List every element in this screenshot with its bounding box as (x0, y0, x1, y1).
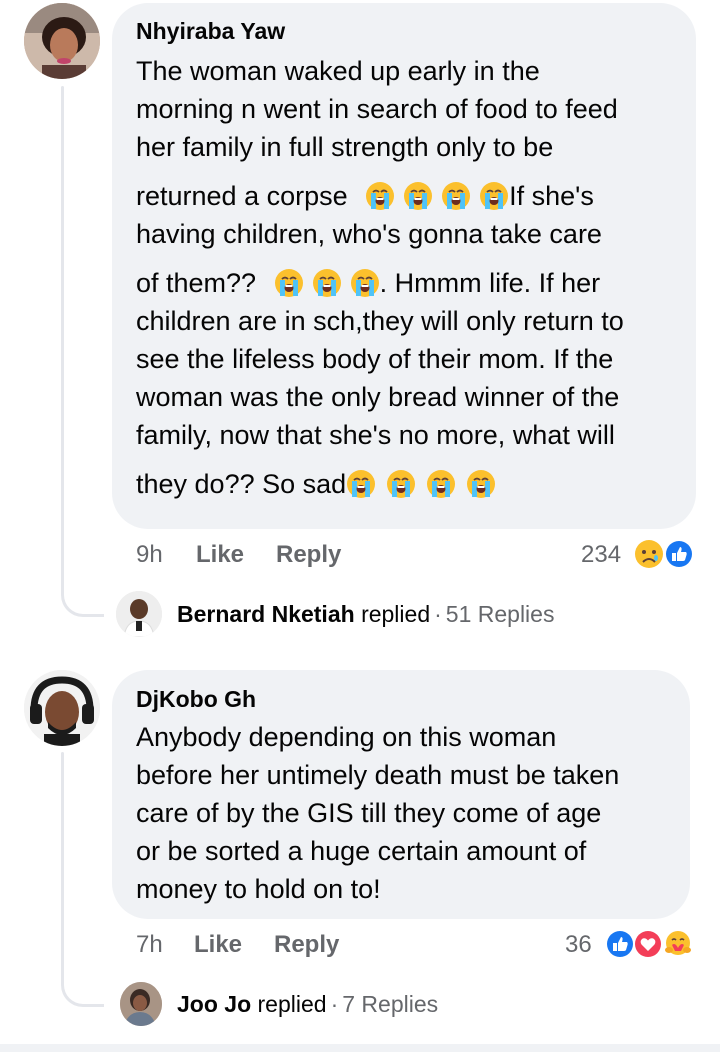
comment-line: The woman waked up early in the (136, 56, 540, 86)
comment-author[interactable]: Nhyiraba Yaw (136, 18, 285, 45)
reply-button[interactable]: Reply (274, 931, 339, 959)
comment-line: returned a corpse If she's (136, 177, 696, 215)
comment-line: see the lifeless body of their mom. If t… (136, 344, 614, 374)
like-icon (664, 539, 694, 569)
crying-emoji-icon (350, 268, 380, 298)
reply-button[interactable]: Reply (276, 541, 341, 569)
comment-actions: 7h Like Reply (136, 931, 436, 961)
profile-photo (24, 3, 100, 79)
comment-line: Anybody depending on this woman (136, 722, 557, 752)
reactions-summary[interactable] (634, 539, 698, 569)
reactions-summary[interactable] (605, 929, 699, 959)
avatar[interactable] (24, 3, 100, 79)
reply-profile-photo (116, 591, 162, 637)
reply-avatar[interactable] (116, 591, 162, 637)
like-button[interactable]: Like (194, 931, 242, 959)
separator-dot: · (330, 991, 339, 1017)
crying-emoji-icon (346, 469, 376, 499)
comment-line-text: of them?? (136, 268, 257, 298)
comment-line: money to hold on to! (136, 874, 381, 904)
crying-emoji-icon (479, 181, 509, 211)
reaction-count[interactable]: 234 (581, 541, 621, 569)
comment-line: care of by the GIS till they come of age (136, 798, 602, 828)
like-button[interactable]: Like (196, 541, 244, 569)
comment-timestamp[interactable]: 9h (136, 541, 163, 569)
like-icon (605, 929, 635, 959)
reply-verb: replied (257, 991, 327, 1017)
crying-emoji-icon (426, 469, 456, 499)
crying-emoji-icon (312, 268, 342, 298)
comment-line: having children, who's gonna take care (136, 219, 602, 249)
thread-line (61, 86, 64, 594)
comment-timestamp[interactable]: 7h (136, 931, 163, 959)
replies-link[interactable]: Joo Jo replied · 7 Replies (177, 991, 438, 1018)
comment-actions: 9h Like Reply (136, 541, 436, 571)
comment-line: morning n went in search of food to feed (136, 94, 618, 124)
comment-line: before her untimely death must be taken (136, 760, 620, 790)
crying-emoji-icon (403, 181, 433, 211)
crying-emoji-icon (466, 469, 496, 499)
crying-emoji-icon (441, 181, 471, 211)
bottom-divider (0, 1044, 720, 1052)
comment-line-text: they do?? So sad (136, 469, 347, 499)
comment-line: woman was the only bread winner of the (136, 382, 620, 412)
crying-emoji-icon (365, 181, 395, 211)
comment-line: they do?? So sad (136, 465, 696, 503)
comment-line-text: returned a corpse (136, 181, 348, 211)
comment-line: her family in full strength only to be (136, 132, 554, 162)
thread-connector (61, 592, 104, 617)
reply-avatar[interactable] (120, 982, 162, 1026)
reply-count[interactable]: 7 Replies (342, 991, 438, 1017)
avatar[interactable] (24, 670, 100, 746)
love-icon (633, 929, 663, 959)
care-icon (663, 929, 693, 959)
reply-verb: replied (361, 601, 431, 627)
thread-line (61, 752, 64, 984)
comment-author[interactable]: DjKobo Gh (136, 686, 256, 713)
thread-connector (61, 982, 104, 1007)
reply-count[interactable]: 51 Replies (446, 601, 555, 627)
comment-line: family, now that she's no more, what wil… (136, 420, 615, 450)
reply-author[interactable]: Bernard Nketiah (177, 601, 355, 627)
comment-line: children are in sch,they will only retur… (136, 306, 624, 336)
comment-text: The woman waked up early in the morning … (136, 52, 696, 503)
reply-author[interactable]: Joo Jo (177, 991, 251, 1017)
replies-link[interactable]: Bernard Nketiah replied · 51 Replies (177, 601, 554, 628)
comment-line-text: . Hmmm life. If her (379, 268, 601, 298)
reaction-count[interactable]: 36 (565, 931, 592, 959)
comment-line: of them?? . Hmmm life. If her (136, 264, 696, 302)
comment-line-text: If she's (509, 181, 594, 211)
crying-emoji-icon (386, 469, 416, 499)
sad-face-icon (635, 540, 663, 568)
comment-line: or be sorted a huge certain amount of (136, 836, 587, 866)
profile-photo (24, 670, 100, 746)
separator-dot: · (434, 601, 442, 627)
comment-text: Anybody depending on this woman before h… (136, 718, 696, 908)
crying-emoji-icon (274, 268, 304, 298)
reply-profile-photo (120, 982, 162, 1026)
